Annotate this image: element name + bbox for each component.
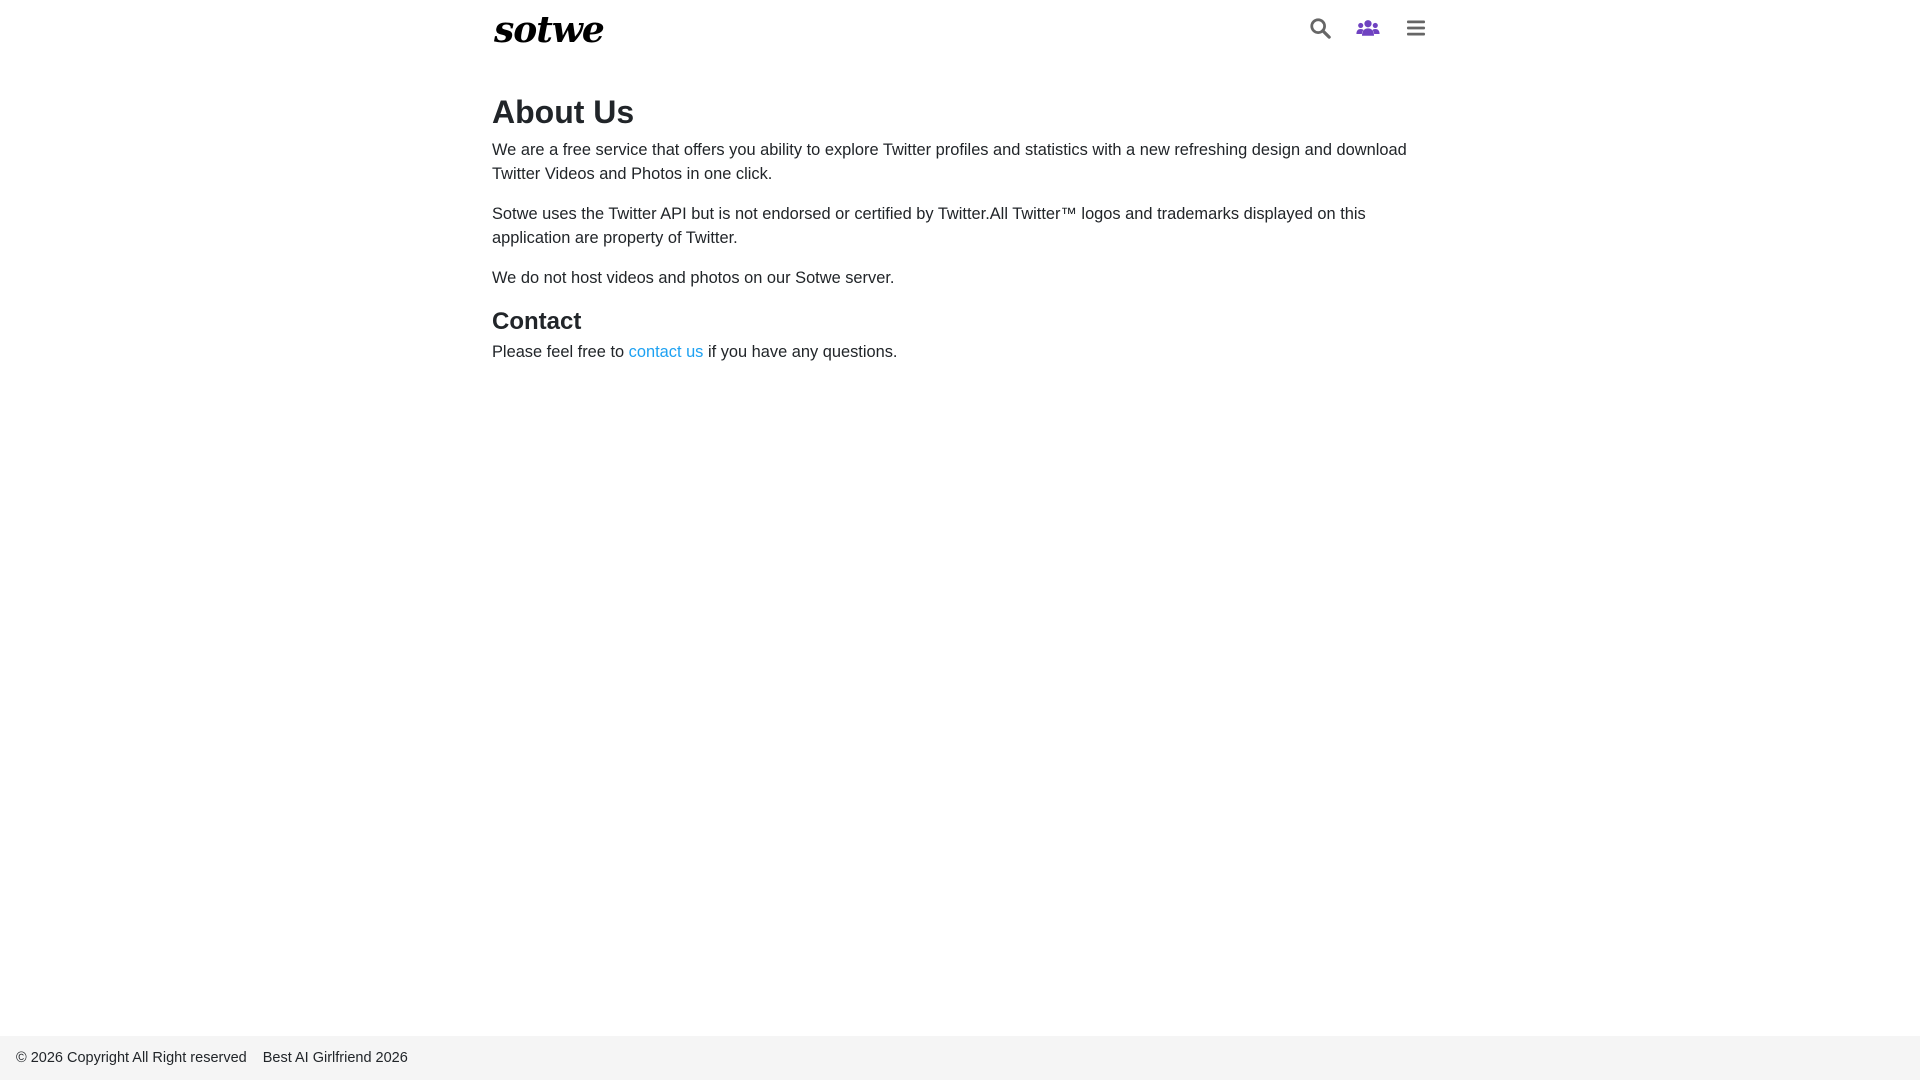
contact-us-link[interactable]: contact us: [629, 343, 704, 361]
footer-link[interactable]: Best AI Girlfriend 2026: [263, 1050, 408, 1066]
about-paragraph-2: Sotwe uses the Twitter API but is not en…: [492, 205, 1366, 247]
about-paragraph-3: We do not host videos and photos on our …: [492, 269, 895, 287]
menu-icon[interactable]: [1404, 16, 1428, 40]
about-us-heading: About Us: [492, 94, 635, 130]
page: sotwe About Us We are a free service tha…: [0, 0, 1920, 1080]
footer-copyright: © 2026 Copyright All Right reserved: [16, 1050, 247, 1066]
main-content: About Us We are a free service that offe…: [492, 88, 1428, 364]
contact-text-after: if you have any questions.: [703, 343, 898, 361]
header-actions: [1308, 16, 1428, 40]
about-paragraph-1: We are a free service that offers you ab…: [492, 141, 1407, 183]
search-icon[interactable]: [1308, 16, 1332, 40]
site-footer: © 2026 Copyright All Right reserved Best…: [0, 1036, 1920, 1080]
users-icon[interactable]: [1356, 16, 1380, 40]
site-header: sotwe: [492, 0, 1428, 58]
contact-text-before: Please feel free to: [492, 343, 629, 361]
contact-paragraph: Please feel free to contact us if you ha…: [492, 340, 1428, 364]
contact-heading: Contact: [492, 308, 582, 335]
sotwe-logo[interactable]: sotwe: [494, 6, 605, 54]
